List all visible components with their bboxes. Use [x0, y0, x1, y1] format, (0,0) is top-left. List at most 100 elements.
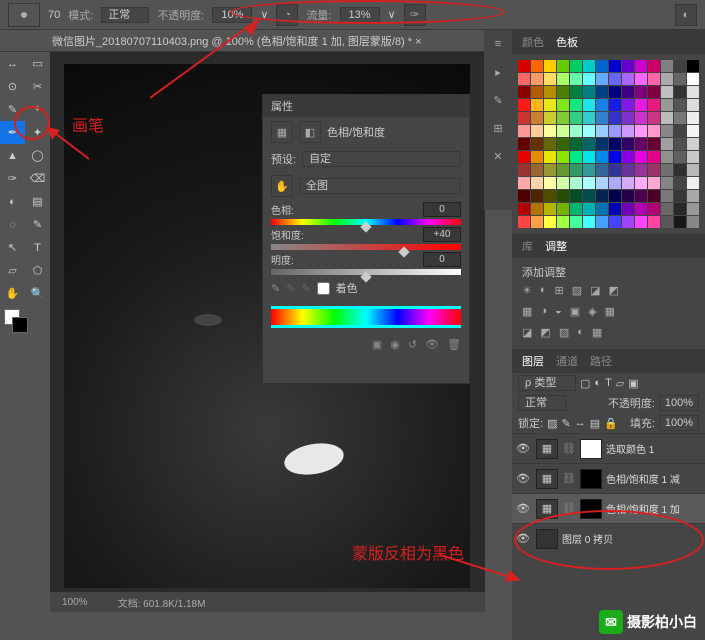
- swatch[interactable]: [674, 73, 686, 85]
- swatch[interactable]: [531, 164, 543, 176]
- swatch[interactable]: [609, 125, 621, 137]
- swatch[interactable]: [531, 112, 543, 124]
- swatch[interactable]: [661, 112, 673, 124]
- lock-artboard-icon[interactable]: 🔒: [604, 417, 618, 430]
- swatch[interactable]: [622, 73, 634, 85]
- swatch[interactable]: [648, 73, 660, 85]
- swatch[interactable]: [596, 112, 608, 124]
- visibility-icon[interactable]: 👁: [516, 472, 532, 485]
- swatch[interactable]: [596, 164, 608, 176]
- link-icon[interactable]: ⛓: [562, 502, 576, 515]
- swatch[interactable]: [583, 190, 595, 202]
- swatch[interactable]: [648, 177, 660, 189]
- swatch[interactable]: [674, 86, 686, 98]
- swatches-grid[interactable]: [512, 54, 705, 234]
- swatch[interactable]: [518, 138, 530, 150]
- swatch[interactable]: [531, 125, 543, 137]
- toggle-visibility-icon[interactable]: 👁: [425, 338, 439, 351]
- swatch[interactable]: [544, 86, 556, 98]
- swatch[interactable]: [570, 125, 582, 137]
- swatch[interactable]: [531, 216, 543, 228]
- eyedropper-icon[interactable]: ✎: [271, 282, 280, 295]
- clip-icon[interactable]: ▣: [372, 338, 382, 351]
- swatch[interactable]: [570, 86, 582, 98]
- flow-field[interactable]: 13%: [340, 7, 380, 23]
- tool-2-0[interactable]: ✎: [0, 98, 25, 121]
- swatch[interactable]: [609, 60, 621, 72]
- lock-pos-icon[interactable]: ✎: [561, 417, 570, 430]
- layer-blend-select[interactable]: 正常: [518, 395, 566, 411]
- dock-actions-icon[interactable]: ▸: [484, 58, 512, 86]
- swatch[interactable]: [531, 138, 543, 150]
- tool-0-1[interactable]: ▭: [25, 52, 50, 75]
- swatch[interactable]: [518, 190, 530, 202]
- swatch[interactable]: [635, 203, 647, 215]
- swatch[interactable]: [635, 151, 647, 163]
- swatch[interactable]: [674, 216, 686, 228]
- tab-layers[interactable]: 图层: [522, 353, 544, 369]
- swatch[interactable]: [674, 99, 686, 111]
- brush-preset-picker[interactable]: [8, 3, 40, 27]
- swatch[interactable]: [544, 125, 556, 137]
- swatch[interactable]: [557, 99, 569, 111]
- swatch[interactable]: [570, 164, 582, 176]
- tool-5-1[interactable]: ⌫: [25, 167, 50, 190]
- dock-brush-icon[interactable]: ✎: [484, 86, 512, 114]
- lock-pixels-icon[interactable]: ↔: [575, 417, 586, 429]
- reset-icon[interactable]: ↺: [408, 338, 417, 351]
- swatch[interactable]: [544, 177, 556, 189]
- swatch[interactable]: [622, 151, 634, 163]
- swatch[interactable]: [557, 60, 569, 72]
- swatch[interactable]: [570, 112, 582, 124]
- swatch[interactable]: [544, 164, 556, 176]
- swatch[interactable]: [544, 60, 556, 72]
- swatch[interactable]: [583, 177, 595, 189]
- trash-icon[interactable]: 🗑: [447, 338, 461, 351]
- swatch[interactable]: [609, 203, 621, 215]
- swatch[interactable]: [661, 190, 673, 202]
- swatch[interactable]: [609, 73, 621, 85]
- swatch[interactable]: [544, 99, 556, 111]
- layer-row[interactable]: 👁 ▦⛓ 色相/饱和度 1 加: [512, 493, 705, 523]
- pressure-size-icon[interactable]: ◐: [675, 4, 697, 26]
- swatch[interactable]: [531, 151, 543, 163]
- swatch[interactable]: [622, 138, 634, 150]
- swatch[interactable]: [687, 99, 699, 111]
- swatch[interactable]: [518, 125, 530, 137]
- swatch[interactable]: [518, 177, 530, 189]
- swatch[interactable]: [531, 60, 543, 72]
- swatch[interactable]: [635, 138, 647, 150]
- tool-1-1[interactable]: ✂: [25, 75, 50, 98]
- tool-5-0[interactable]: ✑: [0, 167, 25, 190]
- swatch[interactable]: [570, 203, 582, 215]
- swatch[interactable]: [635, 190, 647, 202]
- swatch[interactable]: [609, 177, 621, 189]
- sat-value[interactable]: +40: [423, 227, 461, 242]
- swatch[interactable]: [596, 203, 608, 215]
- swatch[interactable]: [518, 216, 530, 228]
- fill-field[interactable]: 100%: [659, 415, 699, 431]
- swatch[interactable]: [635, 216, 647, 228]
- swatch[interactable]: [622, 190, 634, 202]
- tool-4-0[interactable]: ▲: [0, 144, 25, 167]
- swatch[interactable]: [661, 203, 673, 215]
- swatch[interactable]: [635, 99, 647, 111]
- swatch[interactable]: [648, 138, 660, 150]
- swatch[interactable]: [596, 60, 608, 72]
- filter-kind-select[interactable]: ρ 类型: [518, 375, 576, 391]
- swatch[interactable]: [583, 60, 595, 72]
- visibility-icon[interactable]: 👁: [516, 442, 532, 455]
- swatch[interactable]: [674, 151, 686, 163]
- airbrush-icon[interactable]: ✑: [404, 4, 426, 26]
- swatch[interactable]: [661, 86, 673, 98]
- swatch[interactable]: [674, 60, 686, 72]
- swatch[interactable]: [609, 99, 621, 111]
- swatch[interactable]: [570, 138, 582, 150]
- swatch[interactable]: [609, 190, 621, 202]
- background-swatch[interactable]: [12, 317, 28, 333]
- dock-close-icon[interactable]: ✕: [484, 142, 512, 170]
- swatch[interactable]: [609, 164, 621, 176]
- swatch[interactable]: [518, 164, 530, 176]
- swatch[interactable]: [518, 203, 530, 215]
- swatch[interactable]: [596, 125, 608, 137]
